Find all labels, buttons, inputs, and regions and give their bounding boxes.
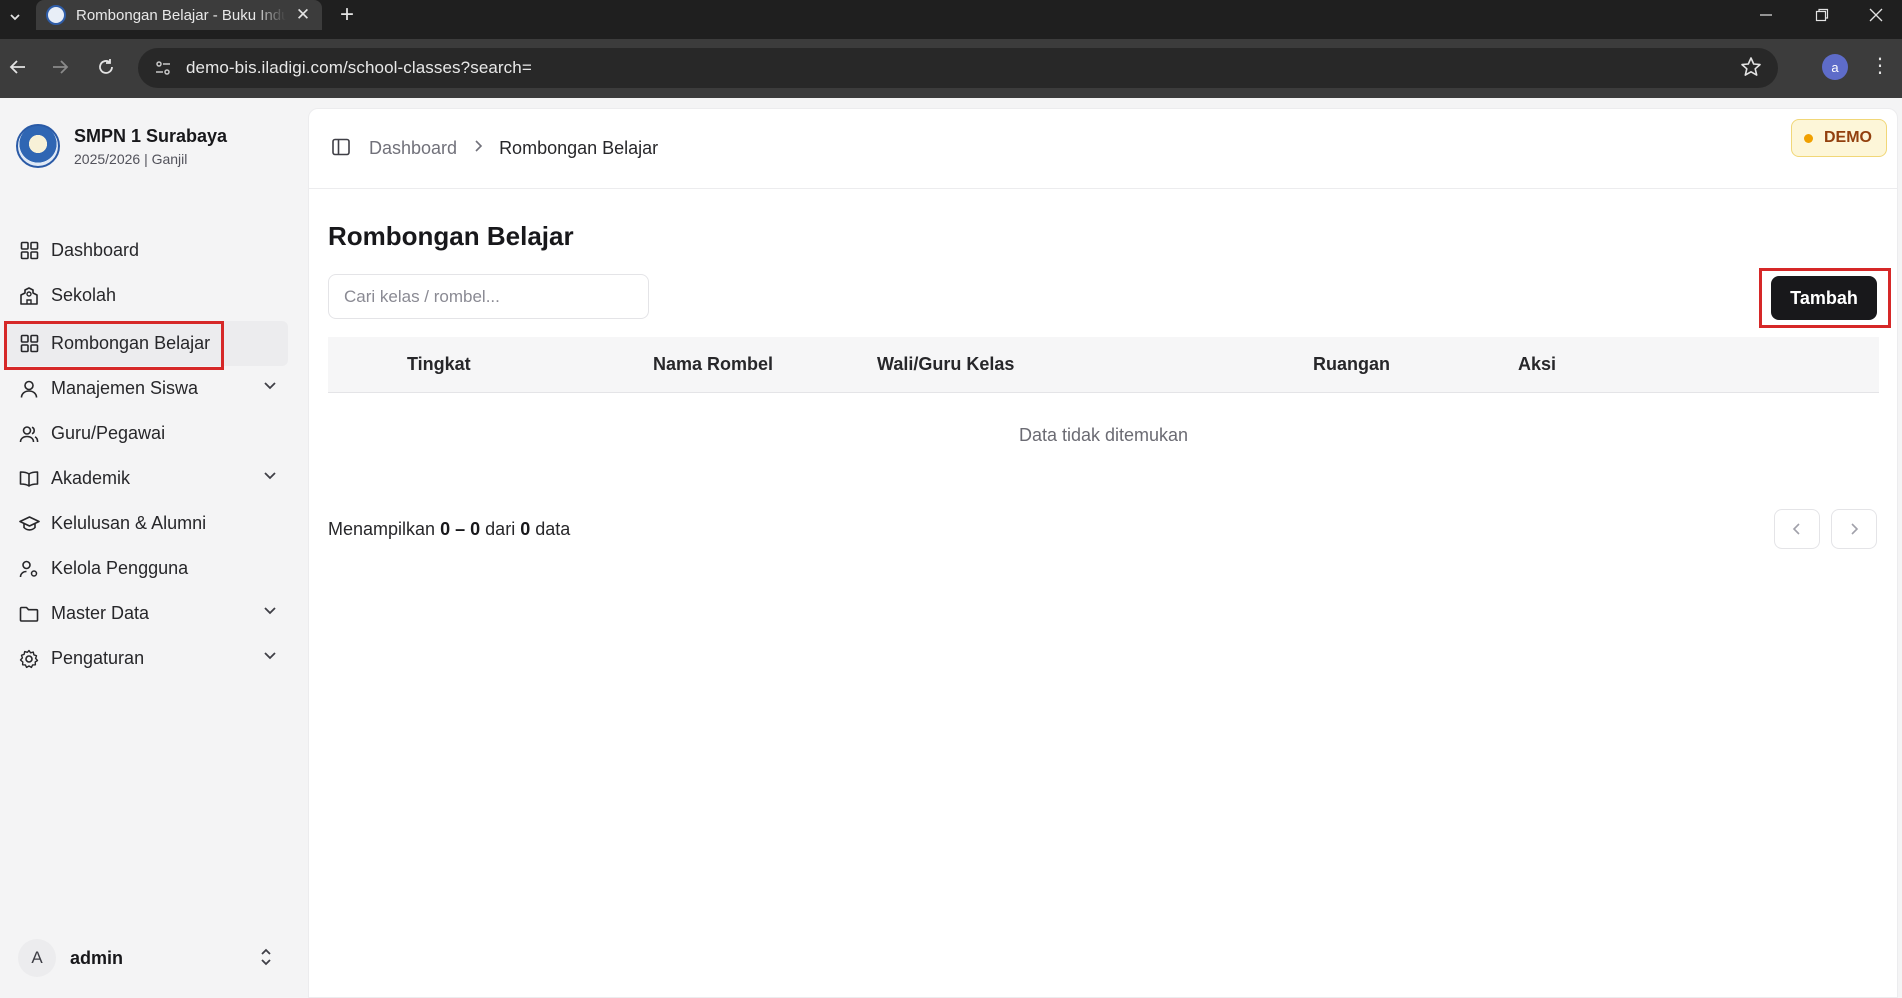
sidebar-item-label: Sekolah (51, 285, 117, 305)
summary-total: 0 (520, 519, 531, 539)
back-arrow-icon[interactable] (0, 49, 36, 85)
demo-badge: DEMO (1791, 119, 1887, 157)
url-text: demo-bis.iladigi.com/school-classes?sear… (186, 58, 532, 77)
avatar: A (18, 939, 56, 977)
sidebar-item-label: Dashboard (51, 240, 140, 260)
summary-from: 0 (440, 519, 451, 539)
column-header-nama-rombel[interactable]: Nama Rombel (653, 354, 773, 375)
sidebar-item-label: Master Data (51, 603, 150, 623)
user-menu[interactable]: A admin (18, 938, 282, 978)
status-dot-icon (1804, 133, 1813, 143)
school-building-icon (18, 285, 40, 307)
sidebar-item-akademik[interactable]: Akademik (6, 456, 288, 501)
breadcrumb-current: Rombongan Belajar (499, 138, 659, 158)
chevron-right-icon (1851, 523, 1859, 535)
chevron-down-icon[interactable] (262, 602, 278, 623)
sidebar-item-label: Pengaturan (51, 648, 145, 668)
chevron-down-icon[interactable] (262, 377, 278, 398)
top-bar: Dashboard Rombongan Belajar DEMO (309, 109, 1897, 189)
user-cog-icon (18, 558, 40, 580)
table-header: Tingkat Nama Rombel Wali/Guru Kelas Ruan… (328, 337, 1879, 393)
sidebar-item-label: Kelola Pengguna (51, 558, 189, 578)
sidebar-item-master-data[interactable]: Master Data (6, 591, 288, 636)
sidebar: SMPN 1 Surabaya 2025/2026 | Ganjil Dashb… (0, 98, 300, 998)
sidebar-item-manajemen-siswa[interactable]: Manajemen Siswa (6, 366, 288, 411)
profile-avatar[interactable]: a (1822, 54, 1848, 80)
sidebar-item-label: Kelulusan & Alumni (51, 513, 207, 533)
school-favicon-icon (46, 5, 66, 25)
restore-window-icon[interactable] (1796, 0, 1848, 30)
browser-tab-title: Rombongan Belajar - Buku Induk (76, 6, 286, 24)
search-input[interactable] (328, 274, 649, 319)
close-tab-icon[interactable]: ✕ (294, 5, 312, 25)
empty-state: Data tidak ditemukan (1018, 425, 1189, 445)
chevron-down-icon[interactable] (262, 647, 278, 668)
breadcrumb-separator-icon (473, 139, 483, 158)
browser-tab-active[interactable]: Rombongan Belajar - Buku Induk ✕ (36, 0, 322, 30)
sidebar-item-rombongan-belajar[interactable]: Rombongan Belajar (4, 321, 288, 370)
new-tab-icon[interactable]: + (340, 2, 354, 28)
add-button[interactable]: Tambah (1771, 276, 1877, 320)
tab-search-chevron-icon[interactable] (2, 4, 28, 30)
sidebar-item-sekolah[interactable]: Sekolah (6, 273, 288, 318)
summary-dash: – (455, 519, 466, 539)
gear-icon (18, 648, 40, 670)
book-open-icon (18, 468, 40, 490)
site-settings-icon[interactable] (152, 57, 174, 79)
breadcrumb-dashboard-link[interactable]: Dashboard (369, 138, 457, 159)
grid-icon (18, 333, 40, 355)
address-bar[interactable]: demo-bis.iladigi.com/school-classes?sear… (138, 48, 1778, 88)
school-logo-icon (16, 124, 60, 168)
user-name: admin (70, 947, 124, 968)
previous-page-button[interactable] (1774, 509, 1820, 549)
page-title: Rombongan Belajar (328, 221, 574, 251)
sidebar-toggle-icon[interactable] (331, 137, 351, 162)
sidebar-item-pengaturan[interactable]: Pengaturan (6, 636, 288, 681)
demo-badge-label: DEMO (1824, 129, 1872, 146)
next-page-button[interactable] (1831, 509, 1877, 549)
sidebar-menu: Dashboard Sekolah Rombongan Belajar Mana… (4, 228, 288, 681)
user-icon (18, 378, 40, 400)
sidebar-item-guru-pegawai[interactable]: Guru/Pegawai (6, 411, 288, 456)
app-shell: SMPN 1 Surabaya 2025/2026 | Ganjil Dashb… (0, 98, 1902, 998)
sidebar-item-kelulusan-alumni[interactable]: Kelulusan & Alumni (6, 501, 288, 546)
column-header-tingkat[interactable]: Tingkat (407, 354, 471, 375)
column-header-aksi: Aksi (1518, 354, 1557, 374)
users-icon (18, 423, 40, 445)
chevrons-up-down-icon[interactable] (258, 947, 274, 972)
chevron-down-icon[interactable] (262, 467, 278, 488)
school-header: SMPN 1 Surabaya 2025/2026 | Ganjil (16, 124, 227, 168)
summary-suffix: data (535, 519, 571, 539)
sidebar-item-label: Manajemen Siswa (51, 378, 199, 398)
forward-arrow-icon[interactable] (42, 49, 78, 85)
column-header-wali-guru-kelas[interactable]: Wali/Guru Kelas (877, 354, 1014, 375)
chevron-left-icon (1792, 523, 1800, 535)
sidebar-item-label: Akademik (51, 468, 131, 488)
sidebar-item-label: Rombongan Belajar (51, 333, 211, 353)
sidebar-item-kelola-pengguna[interactable]: Kelola Pengguna (6, 546, 288, 591)
folder-icon (18, 603, 40, 625)
reload-icon[interactable] (88, 49, 124, 85)
browser-menu-icon[interactable]: ⋮ (1868, 53, 1892, 78)
summary-of: dari (485, 519, 516, 539)
school-name: SMPN 1 Surabaya (74, 125, 228, 146)
sidebar-item-label: Guru/Pegawai (51, 423, 166, 443)
add-button-highlight: Tambah (1759, 268, 1891, 328)
school-period: 2025/2026 | Ganjil (74, 150, 188, 167)
browser-tab-strip: Rombongan Belajar - Buku Induk ✕ + (0, 0, 1902, 39)
close-window-icon[interactable] (1850, 0, 1902, 30)
breadcrumb: Dashboard Rombongan Belajar (369, 138, 658, 159)
summary-prefix: Menampilkan (328, 519, 436, 539)
class-table: Tingkat Nama Rombel Wali/Guru Kelas Ruan… (328, 337, 1879, 479)
minimize-window-icon[interactable] (1740, 0, 1792, 30)
main-content: Dashboard Rombongan Belajar DEMO Rombong… (308, 108, 1898, 998)
browser-toolbar: demo-bis.iladigi.com/school-classes?sear… (0, 39, 1902, 98)
bookmark-star-icon[interactable] (1740, 56, 1762, 83)
dashboard-grid-icon (18, 240, 40, 262)
graduation-cap-icon (18, 513, 40, 535)
summary-to: 0 (470, 519, 481, 539)
column-header-ruangan[interactable]: Ruangan (1313, 354, 1390, 375)
sidebar-item-dashboard[interactable]: Dashboard (6, 228, 288, 273)
pagination-summary: Menampilkan 0 – 0 dari 0 data (328, 519, 570, 540)
